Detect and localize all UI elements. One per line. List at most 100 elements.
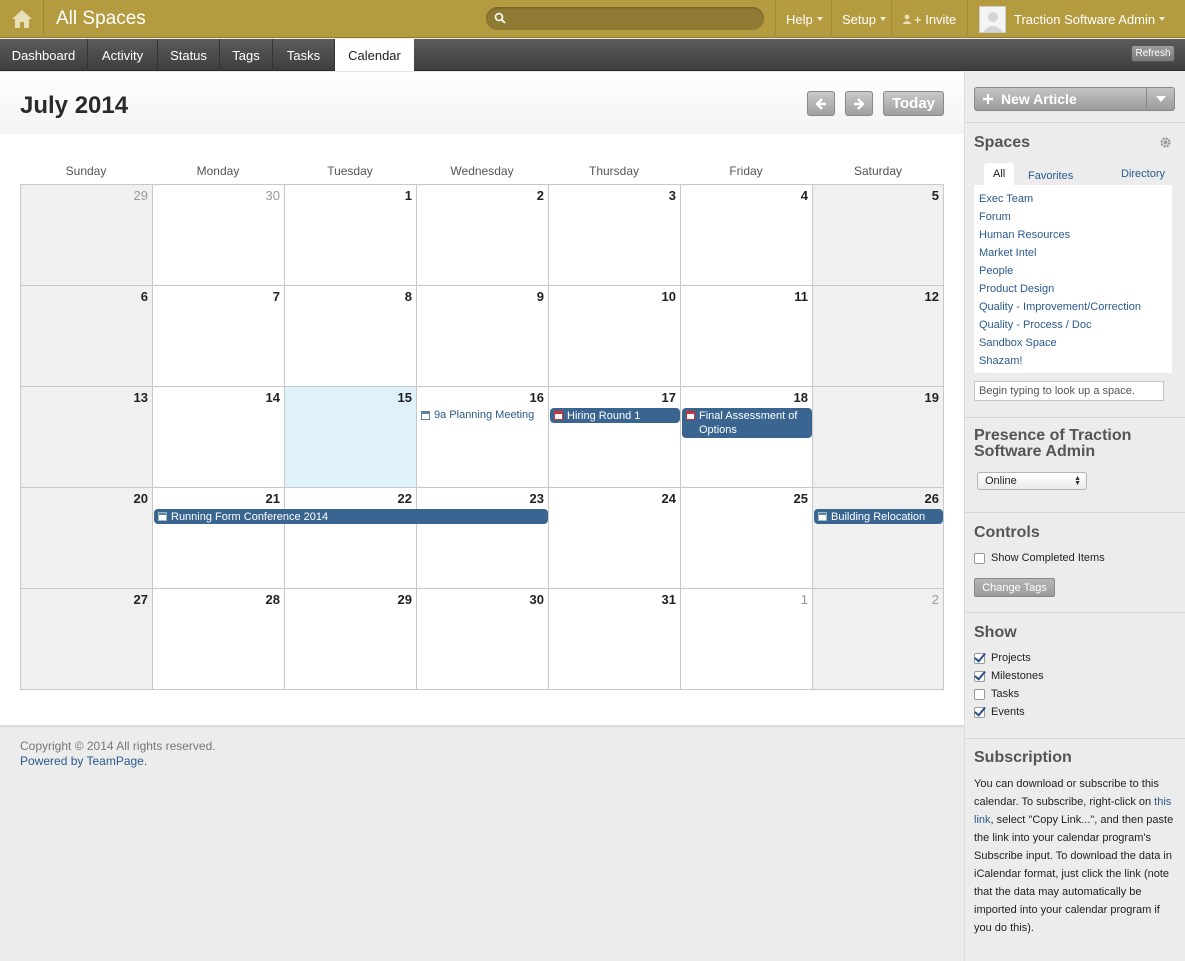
spaces-heading: Spaces <box>974 134 1031 151</box>
day-number: 7 <box>272 289 280 304</box>
day-number: 8 <box>404 289 412 304</box>
day-cell[interactable]: 5 <box>813 185 943 286</box>
event-planning-meeting[interactable]: 9a Planning Meeting <box>421 409 534 421</box>
tab-tags[interactable]: Tags <box>220 39 273 71</box>
user-name: Traction Software Admin <box>1014 11 1156 27</box>
event-label: Building Relocation <box>831 510 926 523</box>
show-events-checkbox[interactable]: Events <box>974 706 1025 718</box>
refresh-button[interactable]: Refresh <box>1131 45 1175 62</box>
day-cell[interactable]: 1 <box>681 589 813 689</box>
today-button[interactable]: Today <box>883 91 944 116</box>
day-cell[interactable]: 11 <box>681 286 813 387</box>
calendar-grid: 29 30 1 2 3 4 5 6 7 8 9 10 11 12 13 14 1… <box>20 184 944 690</box>
spaces-tab-directory[interactable]: Directory <box>1121 163 1165 185</box>
home-button[interactable] <box>0 0 44 38</box>
space-link[interactable]: Shazam! <box>974 353 1172 371</box>
setup-menu[interactable]: Setup <box>831 0 891 38</box>
day-cell-today[interactable]: 15 <box>285 387 417 488</box>
tab-status[interactable]: Status <box>158 39 220 71</box>
day-cell[interactable]: 19 <box>813 387 943 488</box>
day-cell[interactable]: 26 <box>813 488 943 589</box>
event-final-assessment[interactable]: Final Assessment of Options <box>682 408 812 438</box>
checkbox-label: Show Completed Items <box>991 552 1105 564</box>
space-lookup-input[interactable]: Begin typing to look up a space. <box>974 381 1164 401</box>
space-link[interactable]: Market Intel <box>974 245 1172 263</box>
day-cell[interactable]: 31 <box>549 589 681 689</box>
chevron-down-icon <box>1155 96 1166 102</box>
day-cell[interactable]: 14 <box>153 387 285 488</box>
day-cell[interactable]: 22 <box>285 488 417 589</box>
new-article-dropdown[interactable] <box>1146 87 1175 111</box>
change-tags-button[interactable]: Change Tags <box>974 578 1055 597</box>
user-menu[interactable]: Traction Software Admin <box>967 0 1185 38</box>
day-cell[interactable]: 21 <box>153 488 285 589</box>
day-cell[interactable]: 13 <box>21 387 153 488</box>
space-link[interactable]: Product Design <box>974 281 1172 299</box>
space-link[interactable]: Sandbox Space <box>974 335 1172 353</box>
day-cell[interactable]: 4 <box>681 185 813 286</box>
powered-by-link[interactable]: Powered by TeamPage. <box>20 754 216 769</box>
checkbox[interactable] <box>974 652 985 664</box>
event-hiring-round[interactable]: Hiring Round 1 <box>550 408 680 423</box>
calendar-event-icon <box>158 512 167 521</box>
day-cell[interactable]: 17 <box>549 387 681 488</box>
space-link[interactable]: Human Resources <box>974 227 1172 245</box>
tab-dashboard[interactable]: Dashboard <box>0 39 88 71</box>
day-cell[interactable]: 2 <box>417 185 549 286</box>
day-cell[interactable]: 25 <box>681 488 813 589</box>
space-link[interactable]: People <box>974 263 1172 281</box>
space-link[interactable]: Quality - Improvement/Correction <box>974 299 1172 317</box>
checkbox[interactable] <box>974 688 985 700</box>
checkbox[interactable] <box>974 552 985 564</box>
event-building-relocation[interactable]: Building Relocation <box>814 509 943 524</box>
presence-select[interactable]: Online ▲ ▼ <box>977 472 1087 490</box>
day-cell[interactable]: 20 <box>21 488 153 589</box>
tab-activity[interactable]: Activity <box>88 39 158 71</box>
day-cell[interactable]: 30 <box>417 589 549 689</box>
day-cell[interactable]: 2 <box>813 589 943 689</box>
spaces-tab-favorites[interactable]: Favorites <box>1028 165 1073 187</box>
day-cell[interactable]: 7 <box>153 286 285 387</box>
event-running-form-conference[interactable]: Running Form Conference 2014 <box>154 509 548 524</box>
tab-calendar[interactable]: Calendar <box>335 39 414 71</box>
day-cell[interactable]: 28 <box>153 589 285 689</box>
day-cell[interactable]: 8 <box>285 286 417 387</box>
day-cell[interactable]: 12 <box>813 286 943 387</box>
day-cell[interactable]: 29 <box>285 589 417 689</box>
copyright-text: Copyright © 2014 All rights reserved. <box>20 739 216 753</box>
day-cell[interactable]: 16 <box>417 387 549 488</box>
space-link[interactable]: Exec Team <box>974 191 1172 209</box>
day-cell[interactable]: 29 <box>21 185 153 286</box>
day-cell[interactable]: 30 <box>153 185 285 286</box>
spaces-tab-all[interactable]: All <box>984 163 1015 185</box>
day-cell[interactable]: 24 <box>549 488 681 589</box>
show-tasks-checkbox[interactable]: Tasks <box>974 688 1019 700</box>
day-cell[interactable]: 1 <box>285 185 417 286</box>
day-cell[interactable]: 9 <box>417 286 549 387</box>
show-completed-checkbox[interactable]: Show Completed Items <box>974 552 1105 564</box>
weekday-monday: Monday <box>196 164 240 178</box>
weekday-sunday: Sunday <box>65 164 107 178</box>
day-cell[interactable]: 23 <box>417 488 549 589</box>
day-cell[interactable]: 3 <box>549 185 681 286</box>
show-milestones-checkbox[interactable]: Milestones <box>974 670 1044 682</box>
site-title[interactable]: All Spaces <box>56 8 146 30</box>
checkbox[interactable] <box>974 670 985 682</box>
new-article-button[interactable]: New Article <box>974 87 1147 111</box>
show-projects-checkbox[interactable]: Projects <box>974 652 1031 664</box>
tab-tasks[interactable]: Tasks <box>273 39 335 71</box>
space-link[interactable]: Quality - Process / Doc <box>974 317 1172 335</box>
day-cell[interactable]: 6 <box>21 286 153 387</box>
day-cell[interactable]: 10 <box>549 286 681 387</box>
next-month-button[interactable] <box>845 91 873 116</box>
chevron-down-icon <box>816 17 823 21</box>
gear-icon[interactable] <box>1159 136 1172 149</box>
invite-button[interactable]: + Invite <box>891 0 967 38</box>
day-number: 3 <box>668 188 676 203</box>
space-link[interactable]: Forum <box>974 209 1172 227</box>
help-menu[interactable]: Help <box>775 0 831 38</box>
checkbox[interactable] <box>974 706 985 718</box>
search-input[interactable] <box>486 7 764 30</box>
prev-month-button[interactable] <box>807 91 835 116</box>
day-cell[interactable]: 27 <box>21 589 153 689</box>
